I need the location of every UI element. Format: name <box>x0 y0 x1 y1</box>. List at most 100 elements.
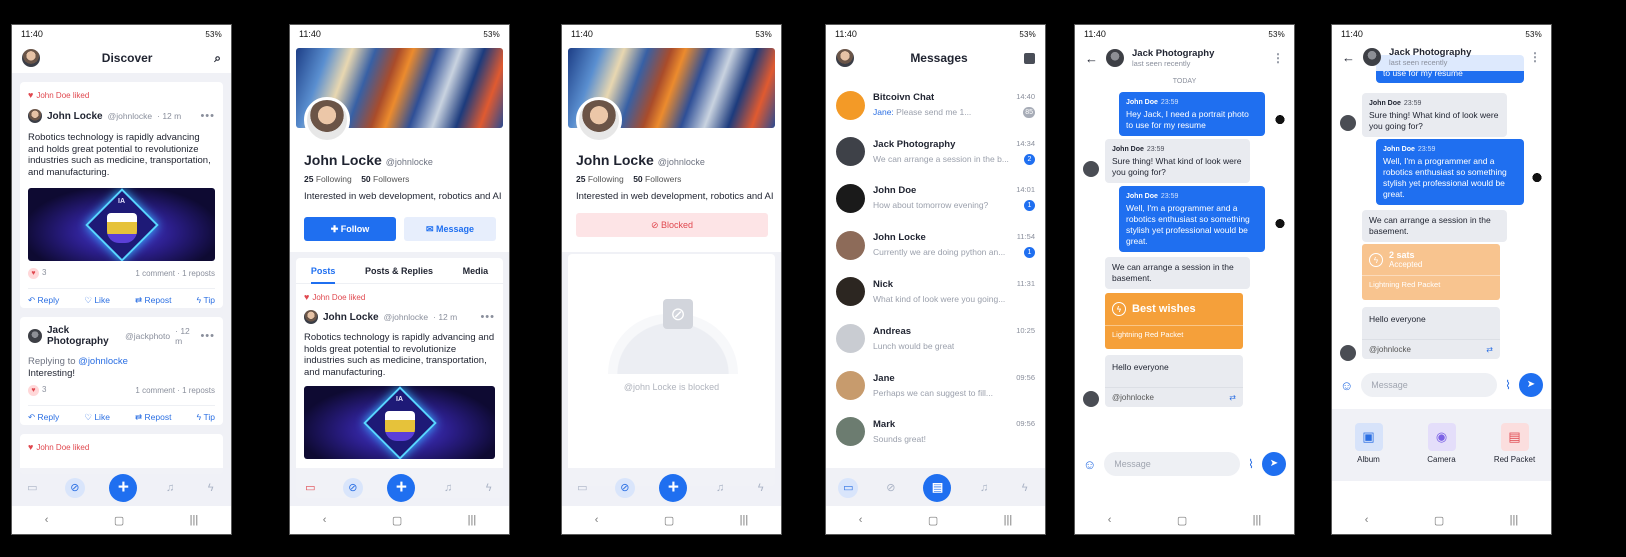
conversation-row[interactable]: Bitcoivn Chat 14:40 Jane: Please send me 1… <box>826 82 1045 128</box>
home-icon[interactable]: ▢ <box>1177 514 1187 527</box>
recents-icon[interactable]: ||| <box>1510 514 1519 526</box>
home-icon[interactable]: ▢ <box>664 514 674 527</box>
followers-link[interactable]: Followers <box>645 174 681 184</box>
avatar[interactable] <box>836 417 865 447</box>
conversation-row[interactable]: Jane 09:56 Perhaps we can suggest to fill.… <box>826 362 1045 409</box>
compass-icon[interactable]: ⊘ <box>342 478 363 498</box>
reply-button[interactable]: ↶ Reply <box>28 295 59 306</box>
avatar[interactable] <box>836 137 865 167</box>
message-bubble-out[interactable]: John Doe 23:59 Hey Jack, I need a portrait… <box>1119 92 1265 136</box>
avatar[interactable] <box>1083 161 1099 177</box>
conversation-row[interactable]: Mark 09:56 Sounds great! <box>826 408 1045 455</box>
avatar[interactable] <box>1272 218 1288 234</box>
author-name[interactable]: Jack Photography <box>47 325 120 347</box>
home-icon[interactable]: ▢ <box>1434 514 1444 527</box>
repost-button[interactable]: ⇄ Repost <box>135 295 171 306</box>
red-packet-card[interactable]: ϟ Best wishes Lightning Red Packet <box>1105 293 1243 349</box>
home-icon[interactable]: ▢ <box>928 514 938 527</box>
avatar[interactable] <box>28 329 42 343</box>
attach-red-packet[interactable]: ▤ Red Packet <box>1490 423 1540 464</box>
message-bubble-in[interactable]: John Doe 23:59 Sure thing! What kind of lo… <box>1362 93 1507 137</box>
avatar[interactable] <box>836 370 865 400</box>
avatar[interactable] <box>836 49 854 67</box>
following-link[interactable]: Following <box>316 174 352 184</box>
avatar[interactable] <box>1272 114 1288 130</box>
recents-icon[interactable]: ||| <box>190 514 199 526</box>
avatar[interactable] <box>22 49 40 67</box>
avatar[interactable] <box>836 324 865 353</box>
contacts-icon[interactable] <box>1024 52 1035 64</box>
attach-icon[interactable]: ⌇ <box>1505 378 1511 392</box>
chat-icon[interactable]: ▭ <box>838 478 859 498</box>
avatar[interactable] <box>836 90 865 120</box>
back-icon[interactable]: ‹ <box>595 514 599 526</box>
author-name[interactable]: John Locke <box>323 312 379 323</box>
avatar[interactable] <box>836 183 865 213</box>
post-card[interactable]: ♥ John Doe liked John Locke @johnlocke · … <box>296 284 503 467</box>
avatar[interactable] <box>1106 49 1124 67</box>
tip-button[interactable]: ϟ Tip <box>197 412 215 423</box>
heart-icon[interactable]: ♥ <box>28 268 39 279</box>
more-icon[interactable]: ••• <box>200 330 215 342</box>
conversation-row[interactable]: John Locke 11:54 Currently we are doing py… <box>826 222 1045 269</box>
back-icon[interactable]: ‹ <box>323 514 327 526</box>
compass-icon[interactable]: ⊘ <box>883 480 899 496</box>
reply-handle-link[interactable]: @johnlocke <box>78 356 128 367</box>
bell-icon[interactable]: ♫ <box>976 480 992 496</box>
chat-icon[interactable]: ▭ <box>24 480 40 496</box>
message-button[interactable]: ✉ Message <box>404 217 496 241</box>
blocked-button[interactable]: ⊘ Blocked <box>576 213 768 237</box>
message-bubble-out[interactable]: John Doe 23:59 Well, I'm a programmer and … <box>1376 139 1524 205</box>
post-card[interactable]: ♥ John Doe liked John Locke @johnlocke · … <box>20 82 223 308</box>
conversation-row[interactable]: Jack Photography 14:34 We can arrange a se… <box>826 128 1045 175</box>
message-input[interactable]: Message <box>1104 452 1241 476</box>
following-link[interactable]: Following <box>588 174 624 184</box>
conversation-row[interactable]: Nick 11:31 What kind of look were you goin… <box>826 268 1045 315</box>
back-icon[interactable]: ‹ <box>45 514 49 526</box>
compass-icon[interactable]: ⊘ <box>614 478 635 498</box>
conversation-row[interactable]: John Doe 14:01 How about tomorrow evening?… <box>826 175 1045 222</box>
recents-icon[interactable]: ||| <box>1004 514 1013 526</box>
message-bubble-in[interactable]: We can arrange a session in the basement… <box>1105 257 1250 289</box>
message-bubble-in[interactable]: Hello everyone @johnlocke ⇄ <box>1362 307 1500 359</box>
avatar[interactable] <box>1529 172 1545 188</box>
lightning-icon[interactable]: ϟ <box>203 480 219 496</box>
avatar[interactable] <box>1340 115 1356 131</box>
bell-icon[interactable]: ♫ <box>440 480 456 496</box>
reply-button[interactable]: ↶ Reply <box>28 412 59 423</box>
post-card[interactable]: Jack Photography @jackphoto · 12 m ••• R… <box>20 317 223 425</box>
emoji-icon[interactable]: ☺ <box>1083 457 1096 472</box>
recents-icon[interactable]: ||| <box>1253 514 1262 526</box>
follow-button[interactable]: ✚ Follow <box>304 217 396 241</box>
avatar[interactable] <box>304 310 318 324</box>
bell-icon[interactable]: ♫ <box>712 480 728 496</box>
lightning-icon[interactable]: ϟ <box>753 480 769 496</box>
back-arrow-icon[interactable]: ← <box>1085 51 1098 66</box>
post-image[interactable]: IA <box>28 188 215 261</box>
send-button[interactable]: ➤ <box>1262 452 1286 476</box>
conversation-row[interactable]: Andreas 10:25 Lunch would be great <box>826 315 1045 362</box>
message-bubble-in[interactable]: Hello everyone @johnlocke ⇄ <box>1105 355 1243 407</box>
compose-button[interactable]: + <box>109 474 138 502</box>
attach-icon[interactable]: ⌇ <box>1248 457 1254 471</box>
recents-icon[interactable]: ||| <box>468 514 477 526</box>
back-icon[interactable]: ‹ <box>859 514 863 526</box>
back-arrow-icon[interactable]: ← <box>1342 50 1355 65</box>
more-icon[interactable]: ••• <box>200 110 215 122</box>
repost-icon[interactable]: ⇄ <box>1486 344 1493 355</box>
compose-button[interactable]: + <box>659 474 688 502</box>
avatar[interactable] <box>28 109 42 123</box>
avatar[interactable] <box>1363 48 1381 66</box>
tab-posts-replies[interactable]: Posts & Replies <box>365 266 433 276</box>
chat-icon[interactable]: ▭ <box>302 480 318 496</box>
lightning-icon[interactable]: ϟ <box>1017 480 1033 496</box>
repost-icon[interactable]: ⇄ <box>1229 392 1236 403</box>
attach-camera[interactable]: ◉ Camera <box>1417 423 1467 464</box>
red-packet-card[interactable]: ϟ 2 sats Accepted Lightning Red Packet <box>1362 244 1500 300</box>
new-message-button[interactable]: ▤ <box>923 474 952 502</box>
tab-media[interactable]: Media <box>463 266 489 276</box>
message-bubble-out[interactable]: John Doe 23:59 Well, I'm a programmer and … <box>1119 186 1265 252</box>
post-image[interactable]: IA <box>304 386 495 459</box>
author-name[interactable]: John Locke <box>47 111 103 122</box>
avatar[interactable] <box>1083 391 1099 407</box>
